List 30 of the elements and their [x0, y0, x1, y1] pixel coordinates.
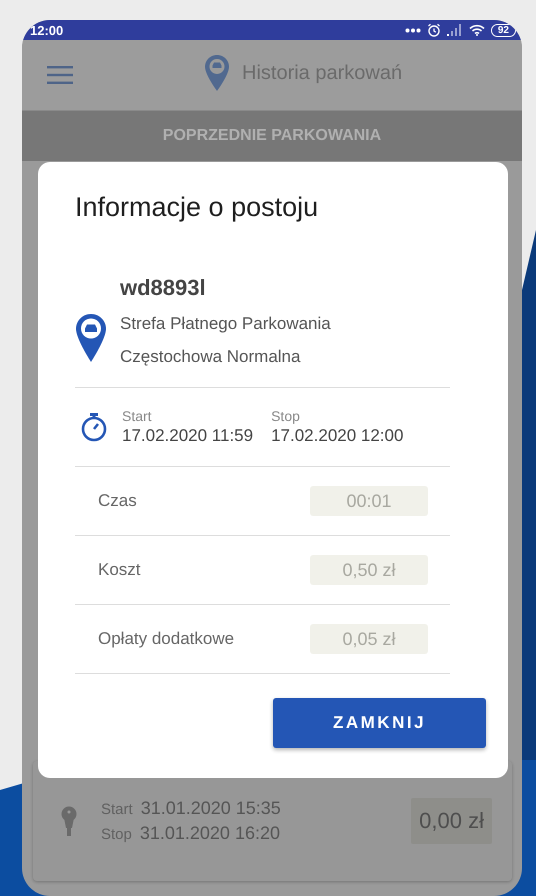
signal-icon [446, 24, 463, 36]
section-title: POPRZEDNIE PARKOWANIA [162, 127, 382, 145]
field-label: Koszt [98, 560, 141, 580]
stop-time: 17.02.2020 12:00 [271, 426, 404, 446]
dialog-title: Informacje o postoju [75, 192, 320, 223]
close-button[interactable]: ZAMKNIJ [273, 698, 486, 748]
car-pin-icon [204, 54, 230, 92]
start-label: Start [122, 408, 153, 424]
field-value: 0,05 zł [310, 624, 428, 654]
car-pin-icon [75, 313, 107, 363]
field-value: 00:01 [310, 486, 428, 516]
field-value: 0,50 zł [310, 555, 428, 585]
status-time: 12:00 [30, 22, 64, 38]
start-time: 31.01.2020 15:35 [140, 798, 281, 819]
alarm-icon [426, 23, 441, 37]
zone-name: Częstochowa Normalna [120, 346, 302, 368]
stopwatch-icon [80, 412, 108, 442]
amount-value: 0,00 zł [411, 798, 492, 844]
zone-name: Strefa Płatnego Parkowania [120, 313, 331, 335]
wifi-icon [468, 24, 485, 36]
field-label: Opłaty dodatkowe [98, 629, 234, 649]
field-label: Czas [98, 491, 137, 511]
menu-icon[interactable] [47, 66, 73, 84]
parking-meter-icon [61, 806, 77, 836]
battery-indicator: 92 [490, 24, 516, 36]
stop-time: 31.01.2020 16:20 [140, 823, 280, 844]
start-time: 17.02.2020 11:59 [122, 426, 254, 446]
plate-number: wd8893l [120, 275, 207, 301]
more-dots-icon [404, 28, 421, 32]
stop-label: Stop [271, 408, 301, 424]
